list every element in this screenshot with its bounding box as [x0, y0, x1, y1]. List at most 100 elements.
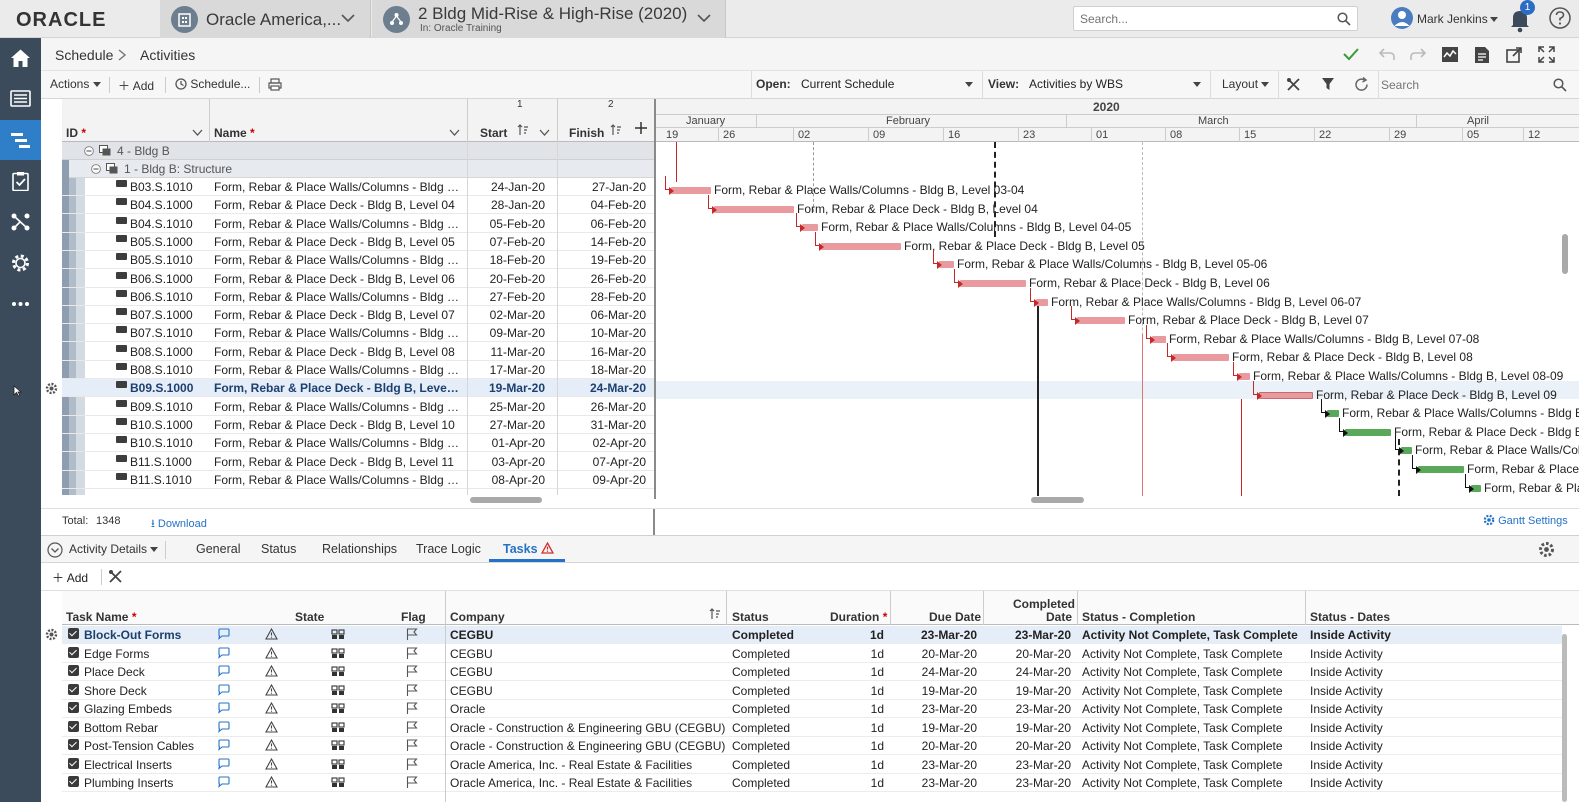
view-selector[interactable]: Activities by WBS [1025, 75, 1205, 95]
comment-icon[interactable] [217, 628, 230, 640]
gantt-bar[interactable] [1173, 354, 1229, 362]
state-icon[interactable] [331, 684, 345, 696]
table-row[interactable]: Edge Forms CEGBU Completed 1d 20-Mar-20 20-Ma… [62, 645, 1562, 663]
state-icon[interactable] [331, 758, 345, 770]
user-menu[interactable]: Mark Jenkins [1391, 7, 1499, 31]
table-row[interactable]: B03.S.1010 Form, Rebar & Place Walls/Colu… [62, 178, 654, 196]
gantt-bar[interactable] [821, 242, 901, 250]
add-column-icon[interactable] [634, 121, 648, 135]
task-checkbox[interactable] [68, 646, 79, 658]
column-header-task-name[interactable]: Task Name * [66, 610, 137, 624]
flag-icon[interactable] [406, 646, 418, 660]
flag-icon[interactable] [406, 628, 418, 641]
gantt-bar[interactable] [960, 280, 1026, 287]
column-header-duration[interactable]: Duration * [830, 610, 887, 624]
table-row[interactable]: B06.S.1010 Form, Rebar & Place Walls/Colu… [62, 288, 654, 306]
layout-menu[interactable]: Layout [1222, 77, 1270, 91]
table-row[interactable]: Block-Out Forms CEGBU Completed 1d 23-Mar-20… [62, 626, 1562, 644]
table-row[interactable]: Glazing Embeds Oracle Completed 1d 23-Mar-20… [62, 700, 1562, 718]
table-row[interactable]: Shore Deck CEGBU Completed 1d 19-Mar-20 19-Ma… [62, 682, 1562, 700]
flag-icon[interactable] [406, 720, 418, 734]
breadcrumb-schedule[interactable]: Schedule [55, 47, 113, 63]
project-selector[interactable]: 2 Bldg Mid-Rise & High-Rise (2020) In: O… [372, 0, 726, 38]
activities-search-input[interactable] [1381, 75, 1551, 95]
search-icon[interactable] [1553, 78, 1567, 92]
task-checkbox[interactable] [68, 720, 79, 732]
tab-trace-logic[interactable]: Trace Logic [416, 542, 481, 556]
state-icon[interactable] [331, 647, 345, 659]
flag-icon[interactable] [406, 683, 418, 697]
workspace-selector[interactable]: Oracle America,... [160, 0, 371, 38]
add-button[interactable]: ＋ Add [118, 77, 154, 94]
wbs-row-structure[interactable]: 1 - Bldg B: Structure [69, 160, 654, 178]
table-row[interactable]: B07.S.1000 Form, Rebar & Place Deck - Bld… [62, 306, 654, 325]
table-row[interactable]: B09.S.1000 Form, Rebar & Place Deck - Bld… [62, 379, 654, 398]
gantt-vertical-scrollbar[interactable] [1562, 234, 1568, 274]
gantt-bar[interactable] [1259, 391, 1313, 399]
column-header-due-date[interactable]: Due Date [929, 610, 981, 624]
table-row[interactable]: Plumbing Inserts Oracle America, Inc. - R… [62, 774, 1562, 792]
table-row[interactable]: B09.S.1010 Form, Rebar & Place Walls/Colu… [62, 398, 654, 416]
search-icon[interactable] [1337, 12, 1351, 26]
column-header-status-dates[interactable]: Status - Dates [1310, 610, 1390, 624]
task-checkbox[interactable] [68, 757, 79, 769]
actions-menu[interactable]: Actions [50, 77, 101, 91]
tasks-vertical-scrollbar[interactable] [1562, 634, 1567, 802]
chevron-down-icon[interactable] [539, 129, 550, 136]
nav-list[interactable] [0, 78, 41, 118]
print-icon[interactable] [268, 78, 282, 91]
share-icon[interactable] [1506, 46, 1523, 63]
gear-icon[interactable] [1538, 541, 1555, 558]
nav-clipboard[interactable] [0, 161, 41, 201]
state-icon[interactable] [331, 740, 345, 751]
chevron-down-icon[interactable] [449, 129, 460, 136]
nav-schedule[interactable] [0, 120, 41, 160]
column-header-state[interactable]: State [295, 610, 324, 624]
help-icon[interactable] [1548, 6, 1572, 30]
column-header-flag[interactable]: Flag [401, 610, 426, 624]
table-row[interactable]: B05.S.1000 Form, Rebar & Place Deck - Bld… [62, 233, 654, 251]
flag-icon[interactable] [406, 702, 418, 715]
collapse-icon[interactable] [91, 164, 101, 174]
flag-icon[interactable] [406, 665, 418, 678]
report-icon[interactable] [1474, 46, 1490, 64]
column-header-completed[interactable]: Completed [1013, 597, 1075, 611]
sort-icon[interactable] [517, 124, 529, 136]
state-icon[interactable] [331, 721, 345, 733]
column-header-start[interactable]: Start [480, 126, 507, 140]
table-row[interactable]: Post-Tension Cables Oracle - Construction… [62, 737, 1562, 755]
filter-icon[interactable] [1321, 77, 1335, 92]
comment-icon[interactable] [217, 702, 230, 714]
state-icon[interactable] [331, 703, 345, 714]
tab-relationships[interactable]: Relationships [322, 542, 397, 556]
comment-icon[interactable] [217, 739, 230, 751]
collapse-panel-icon[interactable] [47, 542, 63, 558]
table-row[interactable]: B08.S.1000 Form, Rebar & Place Deck - Bld… [62, 343, 654, 361]
gantt-bar[interactable] [671, 187, 711, 194]
gantt-bar[interactable] [714, 205, 794, 213]
table-row[interactable]: Bottom Rebar Oracle - Construction & Engi… [62, 719, 1562, 737]
flag-icon[interactable] [406, 739, 418, 752]
flag-icon[interactable] [406, 757, 418, 771]
task-checkbox[interactable] [68, 776, 79, 787]
table-row[interactable]: B05.S.1010 Form, Rebar & Place Walls/Colu… [62, 251, 654, 270]
global-search[interactable] [1073, 6, 1358, 31]
table-row[interactable]: B06.S.1000 Form, Rebar & Place Deck - Bld… [62, 270, 654, 288]
task-checkbox[interactable] [68, 702, 79, 713]
tools-icon[interactable] [1286, 77, 1301, 92]
tools-icon[interactable] [108, 569, 123, 584]
task-checkbox[interactable] [68, 739, 79, 750]
comment-icon[interactable] [217, 646, 230, 659]
download-link[interactable]: ⭳ Download [151, 515, 207, 534]
collapse-icon[interactable] [84, 146, 94, 156]
task-checkbox[interactable] [68, 665, 79, 676]
tab-general[interactable]: General [196, 542, 240, 556]
state-icon[interactable] [331, 666, 345, 677]
table-row[interactable]: B04.S.1000 Form, Rebar & Place Deck - Bld… [62, 196, 654, 215]
oracle-logo[interactable]: ORACLE [16, 9, 106, 32]
column-header-finish[interactable]: Finish [569, 126, 604, 140]
tab-status[interactable]: Status [261, 542, 296, 556]
wbs-row-bldg-b[interactable]: 4 - Bldg B [62, 142, 654, 160]
flag-icon[interactable] [406, 776, 418, 789]
gantt-bar[interactable] [1077, 317, 1125, 325]
